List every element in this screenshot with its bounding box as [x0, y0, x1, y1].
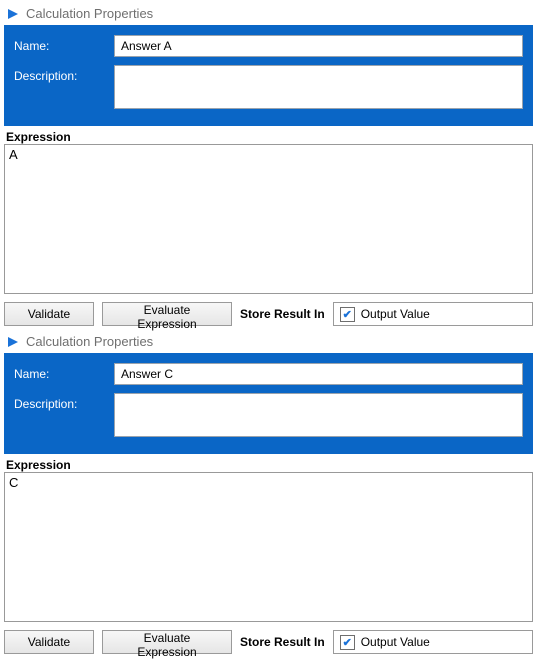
action-row: Validate Evaluate Expression Store Resul… — [4, 302, 533, 326]
output-value-text: Output Value — [361, 635, 430, 649]
validate-button[interactable]: Validate — [4, 630, 94, 654]
action-row: Validate Evaluate Expression Store Resul… — [4, 630, 533, 654]
properties-block: Name: Description: — [4, 25, 533, 126]
panel-title: Calculation Properties — [26, 6, 153, 21]
panel-title: Calculation Properties — [26, 334, 153, 349]
description-label: Description: — [14, 65, 114, 83]
validate-button[interactable]: Validate — [4, 302, 94, 326]
description-input[interactable] — [114, 393, 523, 437]
evaluate-expression-button[interactable]: Evaluate Expression — [102, 302, 232, 326]
expression-input[interactable] — [4, 472, 533, 622]
name-input[interactable] — [114, 35, 523, 57]
arrow-icon — [6, 7, 20, 21]
output-value-text: Output Value — [361, 307, 430, 321]
calculation-panel: Calculation Properties Name: Description… — [4, 4, 533, 326]
name-input[interactable] — [114, 363, 523, 385]
evaluate-expression-button[interactable]: Evaluate Expression — [102, 630, 232, 654]
store-result-field[interactable]: ✔ Output Value — [333, 302, 533, 326]
expression-label: Expression — [6, 130, 533, 144]
panel-header: Calculation Properties — [4, 332, 533, 353]
name-label: Name: — [14, 35, 114, 53]
description-label: Description: — [14, 393, 114, 411]
expression-label: Expression — [6, 458, 533, 472]
panel-header: Calculation Properties — [4, 4, 533, 25]
store-result-label: Store Result In — [240, 635, 325, 649]
calculation-panel: Calculation Properties Name: Description… — [4, 332, 533, 654]
store-result-label: Store Result In — [240, 307, 325, 321]
check-icon: ✔ — [340, 307, 355, 322]
arrow-icon — [6, 335, 20, 349]
store-result-field[interactable]: ✔ Output Value — [333, 630, 533, 654]
expression-input[interactable] — [4, 144, 533, 294]
description-input[interactable] — [114, 65, 523, 109]
name-label: Name: — [14, 363, 114, 381]
check-icon: ✔ — [340, 635, 355, 650]
properties-block: Name: Description: — [4, 353, 533, 454]
